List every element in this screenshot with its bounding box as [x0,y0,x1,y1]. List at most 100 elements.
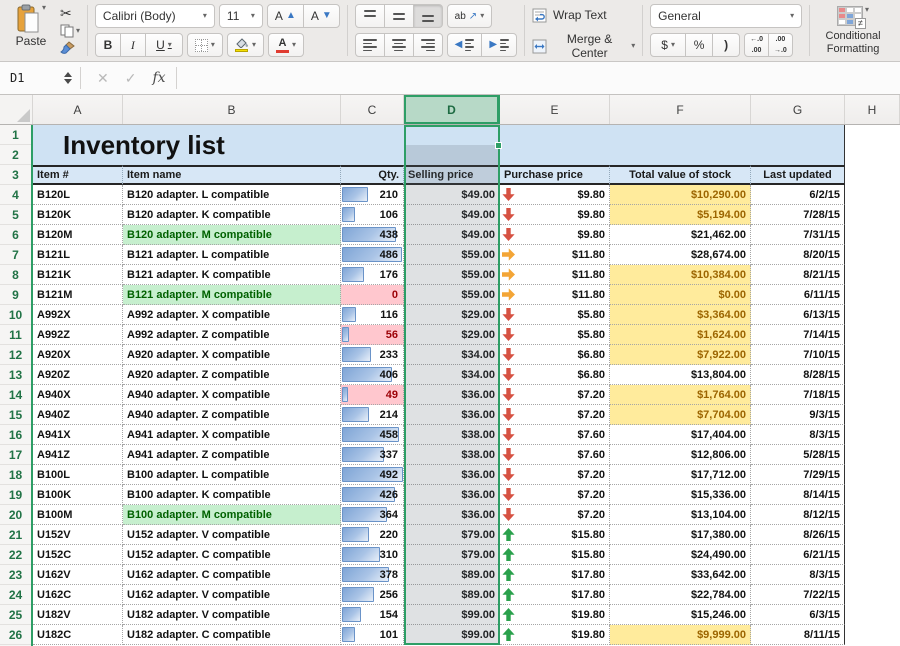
column-header-G[interactable]: G [751,95,845,124]
cell-item-name[interactable]: B121 adapter. K compatible [123,265,341,285]
cell-item-number[interactable]: B100M [33,505,123,525]
insert-function-button[interactable]: fx [152,70,165,86]
cell-last-updated[interactable]: 7/10/15 [751,345,845,365]
cell-selling-price[interactable]: $29.00 [404,305,500,325]
name-box-stepper[interactable] [64,72,72,84]
cell-total-value[interactable]: $0.00 [610,285,751,305]
cell-purchase-price[interactable]: $5.80 [500,325,610,345]
cell-qty[interactable]: 438 [341,225,404,245]
cell-item-number[interactable]: A992X [33,305,123,325]
row-header-15[interactable]: 15 [0,405,31,425]
cell-qty[interactable]: 233 [341,345,404,365]
cell-purchase-price[interactable]: $7.20 [500,405,610,425]
row-header-8[interactable]: 8 [0,265,31,285]
cell-last-updated[interactable]: 7/18/15 [751,385,845,405]
copy-button[interactable]: ▾ [60,22,80,39]
cell-purchase-price[interactable]: $9.80 [500,205,610,225]
column-header-A[interactable]: A [33,95,123,124]
cell-total-value[interactable]: $17,404.00 [610,425,751,445]
cell-qty[interactable]: 426 [341,485,404,505]
cell-last-updated[interactable]: 6/21/15 [751,545,845,565]
column-header-B[interactable]: B [123,95,341,124]
row-header-25[interactable]: 25 [0,605,31,625]
row-header-4[interactable]: 4 [0,185,31,205]
cell-item-name[interactable]: U182 adapter. C compatible [123,625,341,645]
cell-purchase-price[interactable]: $7.20 [500,505,610,525]
cell-total-value[interactable]: $3,364.00 [610,305,751,325]
cell-selling-price[interactable]: $49.00 [404,225,500,245]
cell-total-value[interactable]: $17,712.00 [610,465,751,485]
cell-item-number[interactable]: A941Z [33,445,123,465]
cell-total-value[interactable]: $13,104.00 [610,505,751,525]
header-item-number[interactable]: Item # [33,165,123,185]
cell-item-number[interactable]: A940X [33,385,123,405]
cell-purchase-price[interactable]: $15.80 [500,545,610,565]
font-size-select[interactable]: 11 ▾ [219,4,263,28]
enter-button[interactable]: ✓ [125,70,137,87]
cell-qty[interactable]: 106 [341,205,404,225]
cell-item-name[interactable]: A920 adapter. Z compatible [123,365,341,385]
paste-dropdown-caret-icon[interactable]: ▾ [42,4,46,12]
cell-qty[interactable]: 176 [341,265,404,285]
cell-empty[interactable] [845,385,900,405]
cell-item-name[interactable]: B120 adapter. K compatible [123,205,341,225]
column-header-D[interactable]: D [404,95,500,124]
row-header-21[interactable]: 21 [0,525,31,545]
cell-purchase-price[interactable]: $6.80 [500,365,610,385]
header-qty[interactable]: Qty. [341,165,404,185]
cell-total-value[interactable]: $24,490.00 [610,545,751,565]
cell-item-name[interactable]: U162 adapter. V compatible [123,585,341,605]
cell-item-number[interactable]: A941X [33,425,123,445]
row-header-13[interactable]: 13 [0,365,31,385]
row-header-11[interactable]: 11 [0,325,31,345]
cell-purchase-price[interactable]: $7.60 [500,445,610,465]
cell-item-number[interactable]: U182V [33,605,123,625]
cell-selling-price[interactable]: $36.00 [404,465,500,485]
paste-button[interactable]: ▾ Paste [8,4,54,58]
cell-empty[interactable] [845,545,900,565]
align-middle-button[interactable] [384,4,414,28]
cell-item-number[interactable]: B121L [33,245,123,265]
align-bottom-button[interactable] [413,4,443,28]
row-header-19[interactable]: 19 [0,485,31,505]
cell-selling-price[interactable]: $59.00 [404,265,500,285]
cell-qty[interactable]: 364 [341,505,404,525]
cell-total-value[interactable]: $7,922.00 [610,345,751,365]
cell-qty[interactable]: 220 [341,525,404,545]
cell-total-value[interactable]: $15,336.00 [610,485,751,505]
cell-item-number[interactable]: A940Z [33,405,123,425]
cell-item-number[interactable]: U162C [33,585,123,605]
cell-last-updated[interactable]: 7/28/15 [751,205,845,225]
row-header-9[interactable]: 9 [0,285,31,305]
cell-last-updated[interactable]: 8/26/15 [751,525,845,545]
bold-button[interactable]: B [95,33,121,57]
italic-button[interactable]: I [120,33,146,57]
cell-empty[interactable] [845,445,900,465]
cell-item-name[interactable]: A992 adapter. X compatible [123,305,341,325]
cell-purchase-price[interactable]: $7.60 [500,425,610,445]
row-header-2[interactable]: 2 [0,145,31,165]
row-header-20[interactable]: 20 [0,505,31,525]
cell-item-name[interactable]: A941 adapter. X compatible [123,425,341,445]
cell-qty[interactable]: 256 [341,585,404,605]
row-header-23[interactable]: 23 [0,565,31,585]
cell-item-number[interactable]: A920Z [33,365,123,385]
underline-button[interactable]: U▾ [145,33,183,57]
cell-item-name[interactable]: B121 adapter. M compatible [123,285,341,305]
row-header-7[interactable]: 7 [0,245,31,265]
align-left-button[interactable] [355,33,385,57]
conditional-formatting-button[interactable]: ≠ ▾ Conditional Formatting [817,6,889,55]
cell-qty[interactable]: 154 [341,605,404,625]
cell-item-name[interactable]: B121 adapter. L compatible [123,245,341,265]
cell-purchase-price[interactable]: $17.80 [500,585,610,605]
increase-font-button[interactable]: A▲ [267,4,304,28]
formula-input[interactable] [185,62,900,94]
align-center-button[interactable] [384,33,414,57]
cell-qty[interactable]: 458 [341,425,404,445]
cell-item-number[interactable]: B121K [33,265,123,285]
cell-item-name[interactable]: B100 adapter. L compatible [123,465,341,485]
cell-purchase-price[interactable]: $11.80 [500,265,610,285]
cell-total-value[interactable]: $1,624.00 [610,325,751,345]
cell-purchase-price[interactable]: $19.80 [500,625,610,645]
align-right-button[interactable] [413,33,443,57]
